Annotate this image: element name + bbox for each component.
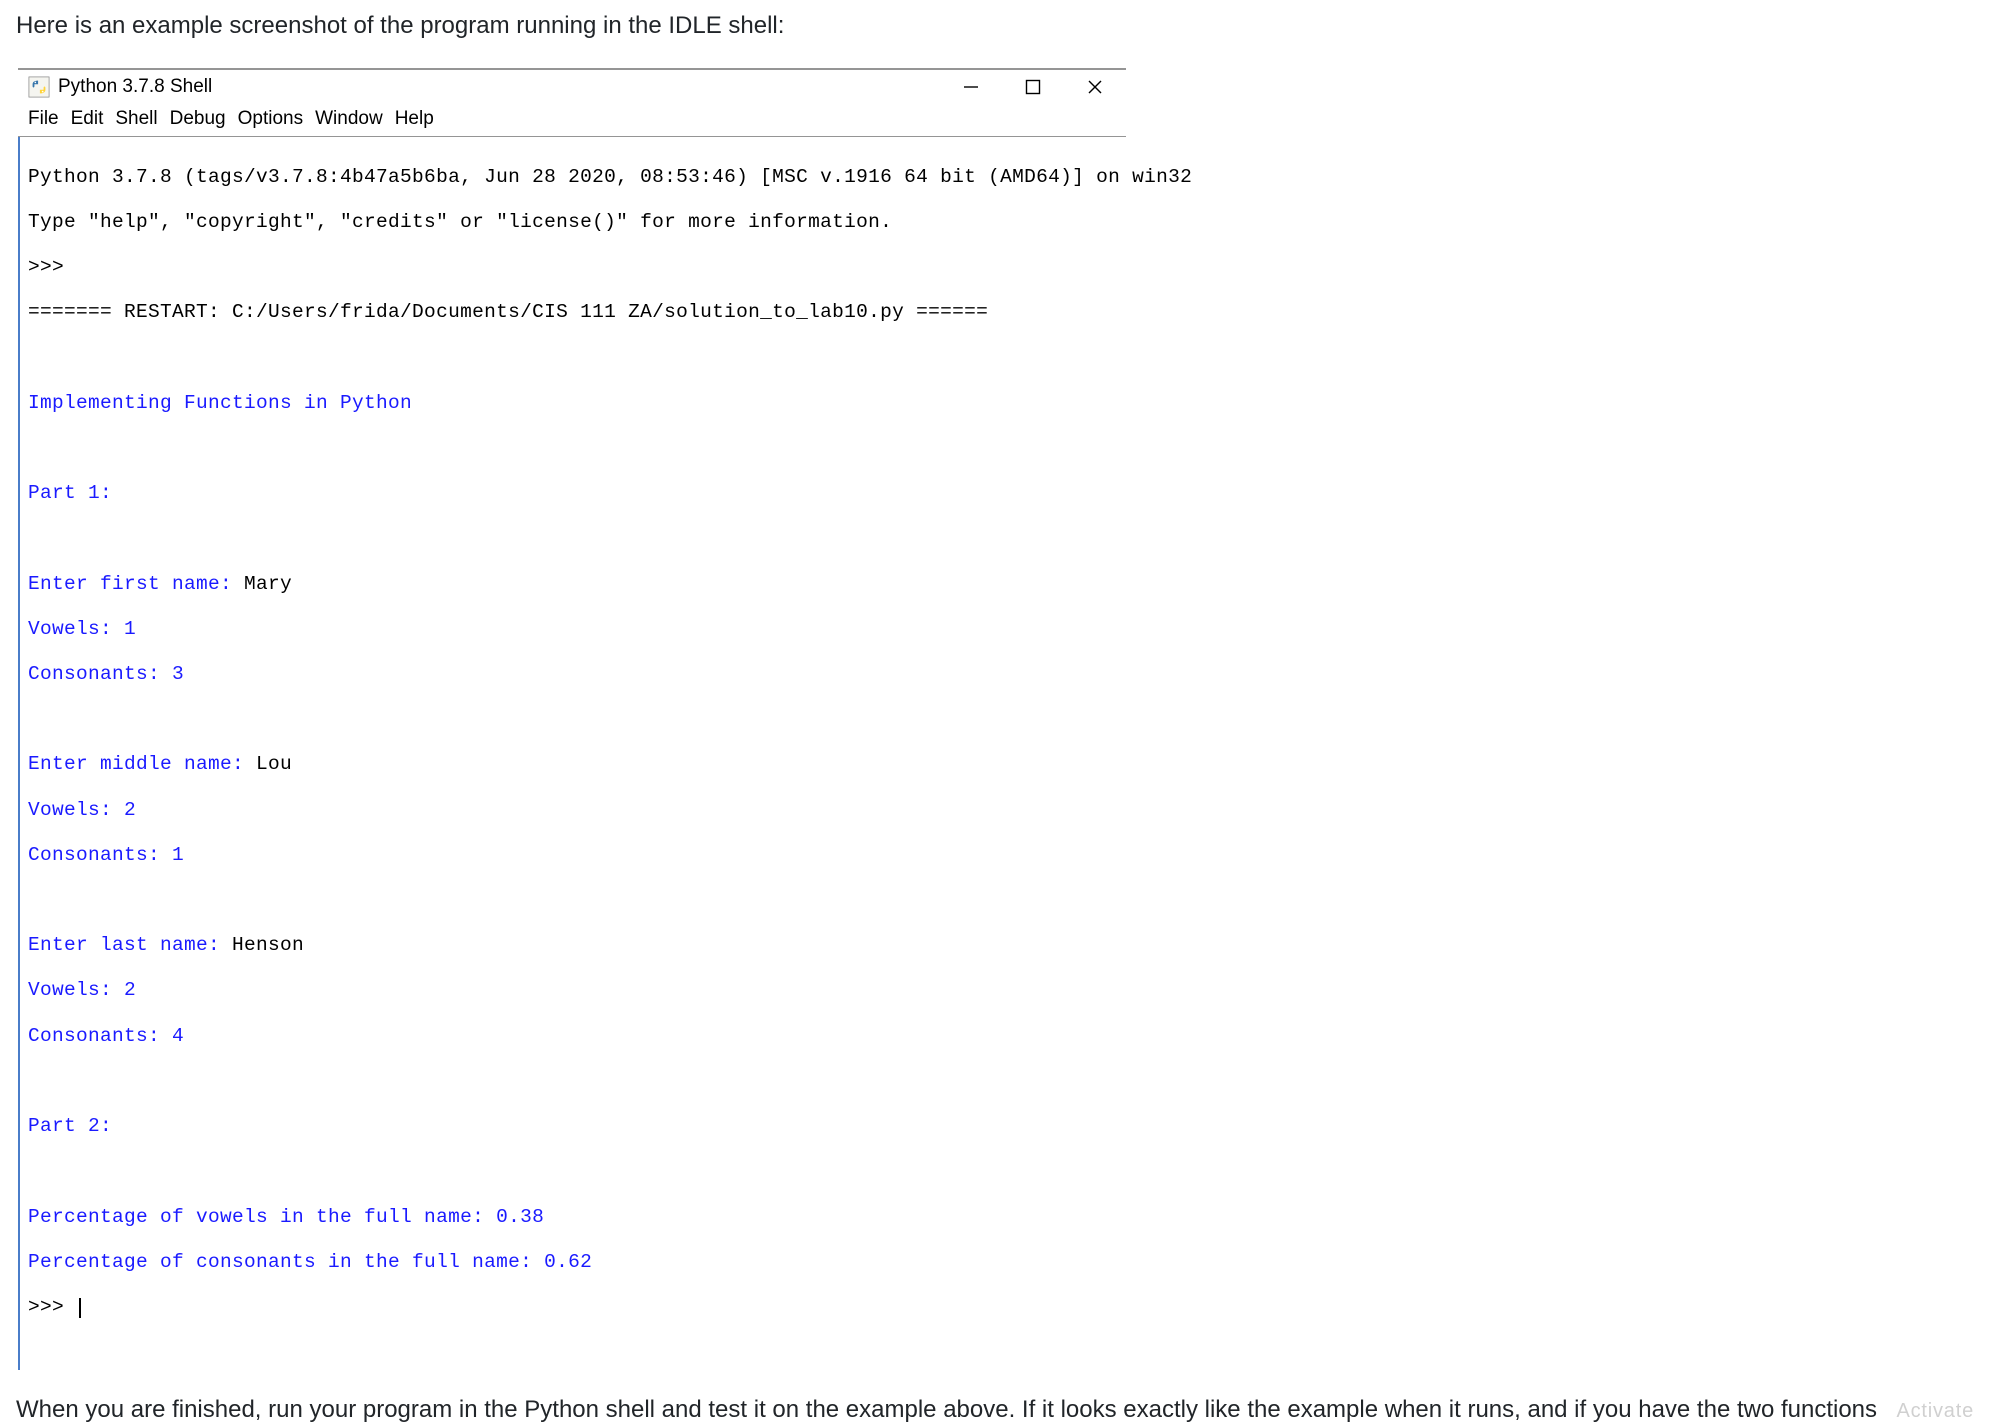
- shell-prompt-final: >>>: [28, 1296, 1118, 1319]
- window-controls: [960, 76, 1106, 98]
- pct-consonants: Percentage of consonants in the full nam…: [28, 1251, 1118, 1274]
- footer-paragraph: When you are finished, run your program …: [16, 1392, 1992, 1428]
- middle-name-value: Lou: [256, 753, 292, 775]
- part1-heading: Part 1:: [28, 482, 1118, 505]
- version-line: Python 3.7.8 (tags/v3.7.8:4b47a5b6ba, Ju…: [28, 166, 1118, 189]
- first-name-value: Mary: [244, 573, 292, 595]
- shell-output-area[interactable]: Python 3.7.8 (tags/v3.7.8:4b47a5b6ba, Ju…: [18, 137, 1126, 1370]
- menu-edit[interactable]: Edit: [71, 108, 104, 130]
- first-name-row: Enter first name: Mary: [28, 573, 1118, 596]
- last-name-row: Enter last name: Henson: [28, 934, 1118, 957]
- middle-name-prompt: Enter middle name:: [28, 753, 256, 775]
- window-title: Python 3.7.8 Shell: [58, 76, 960, 98]
- idle-shell-window: Python 3.7.8 Shell File Edit Shell Debug…: [18, 68, 1126, 1370]
- help-line: Type "help", "copyright", "credits" or "…: [28, 211, 1118, 234]
- close-button[interactable]: [1084, 76, 1106, 98]
- minimize-button[interactable]: [960, 76, 982, 98]
- last-name-value: Henson: [232, 934, 304, 956]
- menu-file[interactable]: File: [28, 108, 59, 130]
- blank-line: [28, 1070, 1118, 1093]
- restart-line: ======= RESTART: C:/Users/frida/Document…: [28, 301, 1118, 324]
- menubar: File Edit Shell Debug Options Window Hel…: [18, 104, 1126, 137]
- blank-line: [28, 346, 1118, 369]
- part2-heading: Part 2:: [28, 1115, 1118, 1138]
- blank-line: [28, 437, 1118, 460]
- shell-prompt: >>>: [28, 256, 1118, 279]
- activate-watermark: Activate: [1896, 1396, 1974, 1426]
- middle-name-consonants: Consonants: 1: [28, 844, 1118, 867]
- pct-vowels: Percentage of vowels in the full name: 0…: [28, 1206, 1118, 1229]
- program-title: Implementing Functions in Python: [28, 392, 1118, 415]
- text-cursor: [79, 1298, 81, 1318]
- menu-debug[interactable]: Debug: [170, 108, 226, 130]
- python-idle-icon: [28, 76, 50, 98]
- menu-options[interactable]: Options: [238, 108, 303, 130]
- first-name-consonants: Consonants: 3: [28, 663, 1118, 686]
- last-name-prompt: Enter last name:: [28, 934, 232, 956]
- middle-name-row: Enter middle name: Lou: [28, 753, 1118, 776]
- last-name-consonants: Consonants: 4: [28, 1025, 1118, 1048]
- intro-paragraph: Here is an example screenshot of the pro…: [16, 8, 1992, 44]
- last-name-vowels: Vowels: 2: [28, 979, 1118, 1002]
- blank-line: [28, 708, 1118, 731]
- first-name-prompt: Enter first name:: [28, 573, 244, 595]
- blank-line: [28, 889, 1118, 912]
- blank-line: [28, 1160, 1118, 1183]
- menu-help[interactable]: Help: [395, 108, 434, 130]
- window-titlebar: Python 3.7.8 Shell: [18, 70, 1126, 104]
- middle-name-vowels: Vowels: 2: [28, 799, 1118, 822]
- first-name-vowels: Vowels: 1: [28, 618, 1118, 641]
- menu-shell[interactable]: Shell: [115, 108, 157, 130]
- blank-line: [28, 527, 1118, 550]
- maximize-button[interactable]: [1022, 76, 1044, 98]
- menu-window[interactable]: Window: [315, 108, 383, 130]
